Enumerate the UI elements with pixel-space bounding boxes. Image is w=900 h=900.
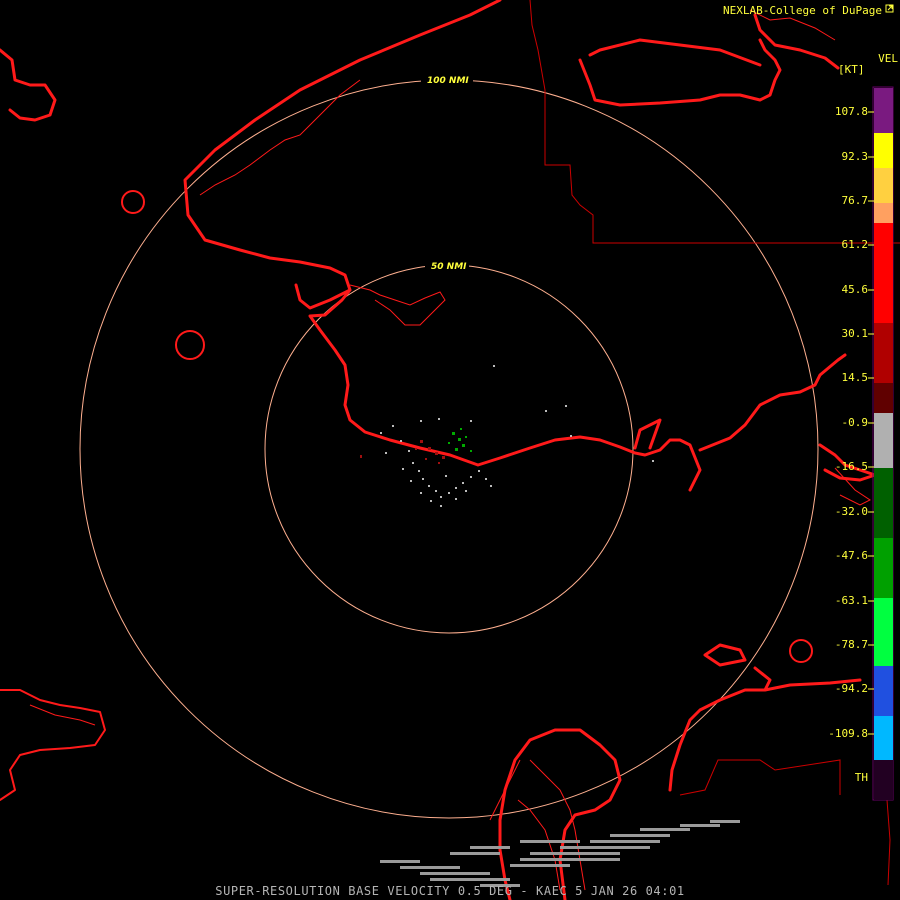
- velocity-echoes: [360, 365, 654, 507]
- coastlines: [0, 0, 877, 900]
- legend-label: -47.6: [834, 549, 868, 562]
- ring-label-50: 50 NMI: [431, 262, 467, 272]
- legend-label: 61.2: [841, 238, 869, 251]
- legend-label: -0.9: [841, 416, 869, 429]
- external-link-icon[interactable]: [885, 4, 894, 13]
- legend-label: -78.7: [834, 638, 868, 651]
- credit-text: NEXLAB-College of DuPage: [723, 4, 882, 17]
- ground-clutter: [380, 820, 740, 887]
- legend-label: -32.0: [834, 505, 868, 518]
- legend-label: 14.5: [841, 371, 869, 384]
- ring-50nmi: [264, 264, 634, 634]
- legend-label: -109.8: [828, 727, 868, 740]
- coastline-detail: [29, 9, 871, 891]
- legend-label: TH: [854, 771, 868, 784]
- legend-label: 107.8: [834, 105, 868, 118]
- legend-label: -63.1: [834, 594, 868, 607]
- legend-label: 92.3: [841, 150, 869, 163]
- unit-label: [KT]: [838, 63, 865, 76]
- velocity-color-scale: [868, 86, 894, 801]
- radar-map: 50 NMI 100 NMI: [0, 0, 900, 900]
- legend-label: 45.6: [841, 283, 869, 296]
- product-footer: SUPER-RESOLUTION BASE VELOCITY 0.5 DEG -…: [215, 884, 685, 898]
- product-label: VEL: [878, 52, 898, 65]
- legend-label: -94.2: [834, 682, 868, 695]
- legend-label: 30.1: [841, 327, 869, 340]
- ring-label-100: 100 NMI: [427, 76, 469, 86]
- legend-label: -16.5: [834, 460, 868, 473]
- legend-label: 76.7: [841, 194, 869, 207]
